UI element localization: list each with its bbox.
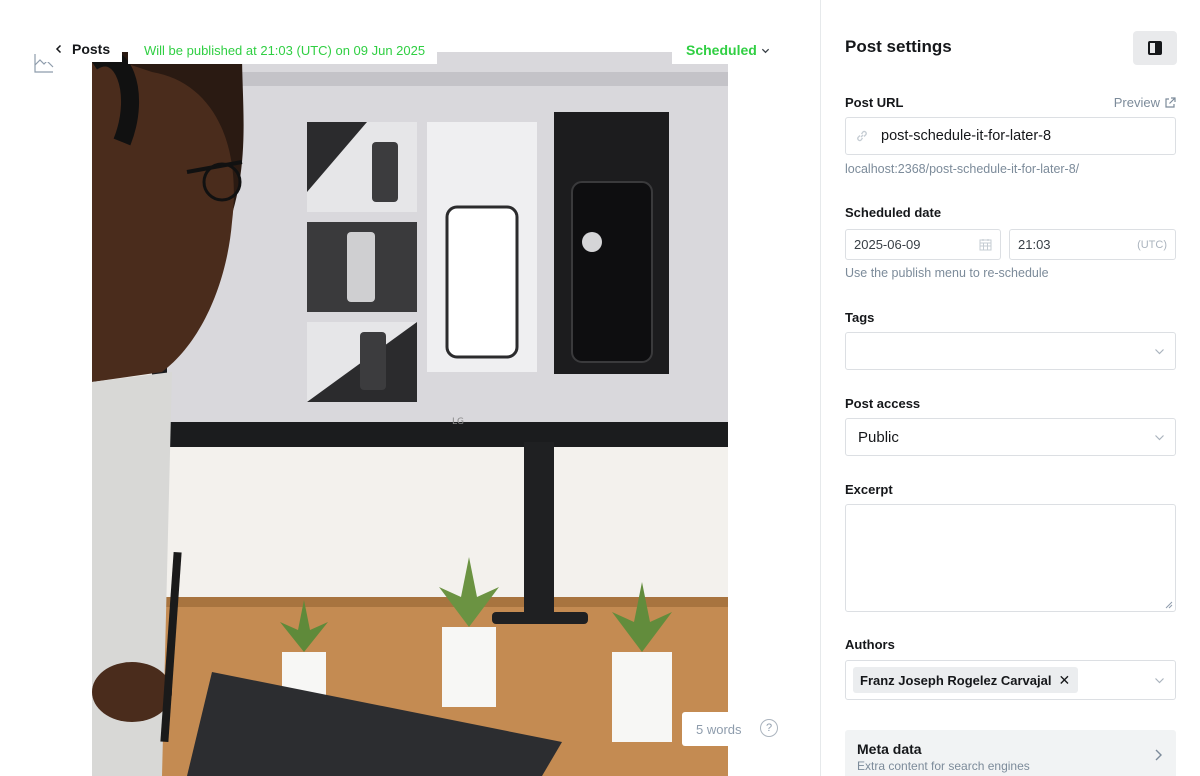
author-name: Franz Joseph Rogelez Carvajal [860,672,1052,688]
scheduled-date-label: Scheduled date [845,205,942,220]
back-label: Posts [72,41,111,57]
sidebar-toggle-button[interactable] [1133,31,1177,65]
meta-data-row[interactable]: Meta data Extra content for search engin… [845,730,1176,776]
excerpt-label: Excerpt [845,482,893,497]
post-access-label: Post access [845,396,921,411]
post-state-label: Scheduled [686,42,757,58]
publish-status-text: Will be published at 21:03 (UTC) on 09 J… [128,36,438,64]
timezone-label: (UTC) [1137,238,1167,251]
reschedule-hint: Use the publish menu to re-schedule [845,266,1049,280]
scheduled-time-input[interactable]: 21:03 (UTC) [1009,229,1176,260]
preview-link[interactable]: Preview [1114,95,1176,110]
authors-label: Authors [845,637,895,652]
editor-area: LG Posts Will be published at 21:03 (UTC… [0,0,820,776]
feature-image[interactable]: LG [92,52,728,776]
post-url-input[interactable]: post-schedule-it-for-later-8 [845,117,1176,155]
back-to-posts-button[interactable]: Posts [44,36,123,62]
post-access-value: Public [858,428,899,446]
tags-label: Tags [845,310,875,325]
panel-title: Post settings [845,37,952,56]
sidebar-toggle-icon [1148,41,1162,55]
calendar-icon [979,239,992,251]
post-access-select[interactable]: Public [845,418,1176,456]
svg-text:LG: LG [452,417,464,427]
chevron-down-icon [1155,434,1164,440]
word-count: 5 words [682,712,756,746]
post-url-value: post-schedule-it-for-later-8 [881,128,1052,144]
help-icon[interactable]: ? [760,719,778,737]
chevron-left-icon [55,44,62,54]
link-icon [857,130,867,142]
scheduled-time-value: 21:03 [1018,237,1051,252]
preview-label: Preview [1113,95,1160,110]
excerpt-textarea[interactable] [845,504,1176,612]
meta-data-subtitle: Extra content for search engines [857,759,1030,773]
scheduled-date-value: 2025-06-09 [854,237,921,252]
chevron-down-icon [761,48,769,53]
authors-select[interactable]: Franz Joseph Rogelez Carvajal ✕ [845,660,1176,700]
meta-data-title: Meta data [857,741,922,757]
close-icon[interactable]: ✕ [1058,672,1070,689]
post-full-url: localhost:2368/post-schedule-it-for-late… [845,162,1080,176]
post-url-label: Post URL [845,95,904,110]
chevron-right-icon [1155,749,1162,761]
external-link-icon [1165,96,1176,108]
resize-handle-icon[interactable] [1165,601,1173,609]
chevron-down-icon [1155,677,1164,683]
post-state-dropdown[interactable]: Scheduled [672,36,780,64]
scheduled-date-input[interactable]: 2025-06-09 [845,229,1001,260]
author-token[interactable]: Franz Joseph Rogelez Carvajal ✕ [853,667,1079,693]
chevron-down-icon [1155,348,1164,354]
tags-select[interactable] [845,332,1176,370]
post-settings-panel: Post settings Post URL Preview post-sche… [820,0,1200,776]
